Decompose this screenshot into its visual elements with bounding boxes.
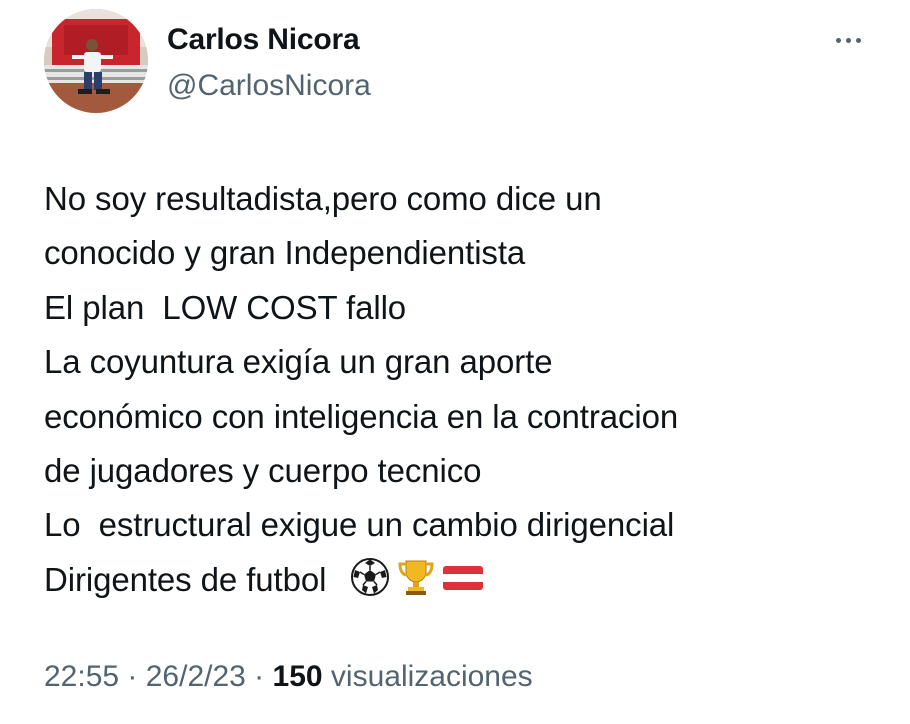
more-dot-icon xyxy=(845,37,851,43)
tweet-line: económico con inteligencia en la contrac… xyxy=(44,397,679,435)
tweet-meta: 22:55 · 26/2/23 · 150 visualizaciones xyxy=(44,655,533,699)
tweet-text: No soy resultadista,pero como dice un co… xyxy=(44,172,884,607)
tweet-line: No soy resultadista,pero como dice un xyxy=(44,180,602,217)
meta-separator: · xyxy=(245,660,273,693)
tweet-line: Lo estructural exigue un cambio dirigenc… xyxy=(44,506,675,544)
avatar[interactable] xyxy=(44,9,148,113)
author-block: Carlos Nicora @CarlosNicora xyxy=(167,22,371,104)
tweet-line: de jugadores y cuerpo tecnico xyxy=(44,451,482,489)
tweet-line-text: Dirigentes de futbol xyxy=(44,560,345,598)
author-display-name[interactable]: Carlos Nicora xyxy=(167,22,371,58)
more-dot-icon xyxy=(835,37,841,43)
more-dot-icon xyxy=(855,37,861,43)
meta-separator: · xyxy=(119,660,146,693)
tweet-time[interactable]: 22:55 xyxy=(44,660,119,693)
tweet-card: Carlos Nicora @CarlosNicora No soy resul… xyxy=(0,0,910,724)
view-label: visualizaciones xyxy=(322,660,533,693)
red-white-flag-icon xyxy=(442,557,484,613)
tweet-line-last: Dirigentes de futbol xyxy=(44,553,884,607)
more-options-button[interactable] xyxy=(826,26,870,54)
view-count: 150 xyxy=(272,660,323,693)
tweet-line: El plan LOW COST fallo xyxy=(44,288,407,326)
tweet-line: conocido y gran Independientista xyxy=(44,234,526,272)
tweet-line: La coyuntura exigía un gran aporte xyxy=(44,343,553,381)
soccer-ball-icon xyxy=(350,557,390,613)
avatar-photo xyxy=(44,9,148,113)
tweet-date[interactable]: 26/2/23 xyxy=(146,660,246,693)
author-handle[interactable]: @CarlosNicora xyxy=(167,68,371,104)
trophy-icon xyxy=(396,557,436,613)
